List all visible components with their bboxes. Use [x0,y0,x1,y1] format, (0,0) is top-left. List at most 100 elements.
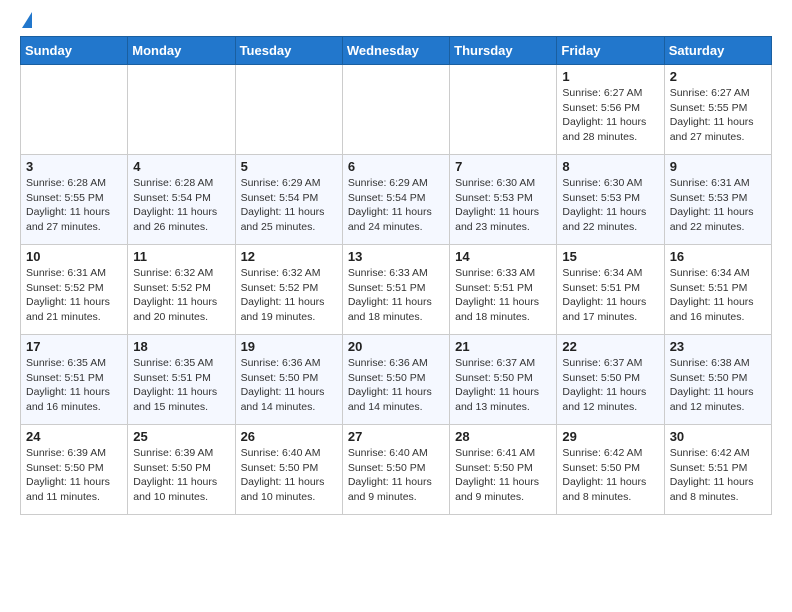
day-number: 12 [241,249,337,264]
logo-triangle-icon [22,12,32,28]
day-info: Sunrise: 6:32 AM Sunset: 5:52 PM Dayligh… [133,266,229,325]
calendar-cell: 17 Sunrise: 6:35 AM Sunset: 5:51 PM Dayli… [21,335,128,425]
day-number: 8 [562,159,658,174]
calendar-week-row-1: 1 Sunrise: 6:27 AM Sunset: 5:56 PM Daylig… [21,65,772,155]
day-info: Sunrise: 6:27 AM Sunset: 5:55 PM Dayligh… [670,86,766,145]
day-info: Sunrise: 6:31 AM Sunset: 5:52 PM Dayligh… [26,266,122,325]
day-number: 19 [241,339,337,354]
calendar-cell: 26 Sunrise: 6:40 AM Sunset: 5:50 PM Dayli… [235,425,342,515]
day-number: 9 [670,159,766,174]
calendar-week-row-2: 3 Sunrise: 6:28 AM Sunset: 5:55 PM Daylig… [21,155,772,245]
calendar-weekday-thursday: Thursday [450,37,557,65]
day-number: 3 [26,159,122,174]
day-info: Sunrise: 6:28 AM Sunset: 5:55 PM Dayligh… [26,176,122,235]
day-info: Sunrise: 6:30 AM Sunset: 5:53 PM Dayligh… [562,176,658,235]
calendar-weekday-wednesday: Wednesday [342,37,449,65]
calendar-weekday-friday: Friday [557,37,664,65]
day-info: Sunrise: 6:42 AM Sunset: 5:50 PM Dayligh… [562,446,658,505]
calendar-cell: 30 Sunrise: 6:42 AM Sunset: 5:51 PM Dayli… [664,425,771,515]
day-number: 24 [26,429,122,444]
calendar-table: SundayMondayTuesdayWednesdayThursdayFrid… [20,36,772,515]
day-info: Sunrise: 6:40 AM Sunset: 5:50 PM Dayligh… [348,446,444,505]
calendar-weekday-monday: Monday [128,37,235,65]
day-info: Sunrise: 6:33 AM Sunset: 5:51 PM Dayligh… [455,266,551,325]
day-number: 23 [670,339,766,354]
logo [20,16,32,28]
day-number: 28 [455,429,551,444]
header [20,16,772,28]
day-info: Sunrise: 6:40 AM Sunset: 5:50 PM Dayligh… [241,446,337,505]
calendar-cell [235,65,342,155]
calendar-cell: 1 Sunrise: 6:27 AM Sunset: 5:56 PM Daylig… [557,65,664,155]
calendar-cell: 3 Sunrise: 6:28 AM Sunset: 5:55 PM Daylig… [21,155,128,245]
calendar-cell: 27 Sunrise: 6:40 AM Sunset: 5:50 PM Dayli… [342,425,449,515]
calendar-cell: 13 Sunrise: 6:33 AM Sunset: 5:51 PM Dayli… [342,245,449,335]
calendar-cell: 14 Sunrise: 6:33 AM Sunset: 5:51 PM Dayli… [450,245,557,335]
calendar-cell: 8 Sunrise: 6:30 AM Sunset: 5:53 PM Daylig… [557,155,664,245]
calendar-weekday-tuesday: Tuesday [235,37,342,65]
page-container: SundayMondayTuesdayWednesdayThursdayFrid… [0,0,792,525]
day-number: 18 [133,339,229,354]
day-number: 25 [133,429,229,444]
calendar-weekday-sunday: Sunday [21,37,128,65]
day-info: Sunrise: 6:35 AM Sunset: 5:51 PM Dayligh… [133,356,229,415]
calendar-cell: 20 Sunrise: 6:36 AM Sunset: 5:50 PM Dayli… [342,335,449,425]
calendar-cell: 9 Sunrise: 6:31 AM Sunset: 5:53 PM Daylig… [664,155,771,245]
day-number: 6 [348,159,444,174]
day-info: Sunrise: 6:36 AM Sunset: 5:50 PM Dayligh… [348,356,444,415]
day-number: 30 [670,429,766,444]
calendar-cell: 24 Sunrise: 6:39 AM Sunset: 5:50 PM Dayli… [21,425,128,515]
calendar-cell: 5Sunrise: 6:29 AM Sunset: 5:54 PM Daylig… [235,155,342,245]
calendar-cell [342,65,449,155]
day-info: Sunrise: 6:35 AM Sunset: 5:51 PM Dayligh… [26,356,122,415]
day-number: 15 [562,249,658,264]
calendar-cell: 15 Sunrise: 6:34 AM Sunset: 5:51 PM Dayli… [557,245,664,335]
calendar-cell [21,65,128,155]
calendar-cell: 25 Sunrise: 6:39 AM Sunset: 5:50 PM Dayli… [128,425,235,515]
day-info: Sunrise: 6:32 AM Sunset: 5:52 PM Dayligh… [241,266,337,325]
calendar-cell: 23 Sunrise: 6:38 AM Sunset: 5:50 PM Dayli… [664,335,771,425]
calendar-cell: 10 Sunrise: 6:31 AM Sunset: 5:52 PM Dayli… [21,245,128,335]
day-info: Sunrise: 6:34 AM Sunset: 5:51 PM Dayligh… [562,266,658,325]
day-info: Sunrise: 6:33 AM Sunset: 5:51 PM Dayligh… [348,266,444,325]
day-number: 4 [133,159,229,174]
calendar-cell: 11Sunrise: 6:32 AM Sunset: 5:52 PM Dayli… [128,245,235,335]
day-number: 1 [562,69,658,84]
day-info: Sunrise: 6:38 AM Sunset: 5:50 PM Dayligh… [670,356,766,415]
day-number: 27 [348,429,444,444]
calendar-cell: 19 Sunrise: 6:36 AM Sunset: 5:50 PM Dayli… [235,335,342,425]
calendar-cell: 21 Sunrise: 6:37 AM Sunset: 5:50 PM Dayli… [450,335,557,425]
calendar-cell: 18 Sunrise: 6:35 AM Sunset: 5:51 PM Dayli… [128,335,235,425]
calendar-cell: 2Sunrise: 6:27 AM Sunset: 5:55 PM Daylig… [664,65,771,155]
calendar-cell: 4 Sunrise: 6:28 AM Sunset: 5:54 PM Daylig… [128,155,235,245]
calendar-cell: 22 Sunrise: 6:37 AM Sunset: 5:50 PM Dayli… [557,335,664,425]
day-number: 22 [562,339,658,354]
day-number: 13 [348,249,444,264]
day-number: 21 [455,339,551,354]
day-info: Sunrise: 6:37 AM Sunset: 5:50 PM Dayligh… [562,356,658,415]
day-info: Sunrise: 6:42 AM Sunset: 5:51 PM Dayligh… [670,446,766,505]
calendar-cell [128,65,235,155]
calendar-cell: 6Sunrise: 6:29 AM Sunset: 5:54 PM Daylig… [342,155,449,245]
day-info: Sunrise: 6:39 AM Sunset: 5:50 PM Dayligh… [26,446,122,505]
calendar-week-row-5: 24 Sunrise: 6:39 AM Sunset: 5:50 PM Dayli… [21,425,772,515]
day-info: Sunrise: 6:39 AM Sunset: 5:50 PM Dayligh… [133,446,229,505]
day-info: Sunrise: 6:36 AM Sunset: 5:50 PM Dayligh… [241,356,337,415]
calendar-weekday-saturday: Saturday [664,37,771,65]
day-number: 14 [455,249,551,264]
day-number: 17 [26,339,122,354]
day-number: 26 [241,429,337,444]
day-info: Sunrise: 6:37 AM Sunset: 5:50 PM Dayligh… [455,356,551,415]
day-number: 29 [562,429,658,444]
calendar-cell: 28Sunrise: 6:41 AM Sunset: 5:50 PM Dayli… [450,425,557,515]
day-info: Sunrise: 6:28 AM Sunset: 5:54 PM Dayligh… [133,176,229,235]
calendar-week-row-4: 17 Sunrise: 6:35 AM Sunset: 5:51 PM Dayli… [21,335,772,425]
day-number: 20 [348,339,444,354]
day-number: 16 [670,249,766,264]
calendar-cell: 7Sunrise: 6:30 AM Sunset: 5:53 PM Daylig… [450,155,557,245]
day-number: 10 [26,249,122,264]
day-info: Sunrise: 6:31 AM Sunset: 5:53 PM Dayligh… [670,176,766,235]
day-info: Sunrise: 6:27 AM Sunset: 5:56 PM Dayligh… [562,86,658,145]
day-info: Sunrise: 6:29 AM Sunset: 5:54 PM Dayligh… [241,176,337,235]
calendar-cell [450,65,557,155]
